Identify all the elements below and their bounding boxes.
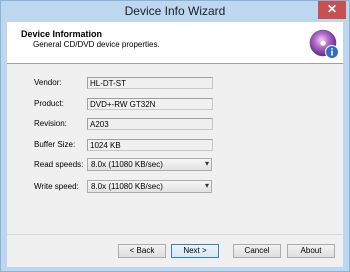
write-speed-label: Write speed: xyxy=(34,182,79,191)
header-subtitle: General CD/DVD device properties. xyxy=(33,40,160,49)
footer-divider xyxy=(7,234,343,235)
vendor-field: HL-DT-ST xyxy=(87,77,213,89)
revision-label: Revision: xyxy=(34,119,67,128)
buffer-size-field: 1024 KB xyxy=(87,139,213,151)
write-speed-value: 8.0x (11080 KB/sec) xyxy=(91,182,163,191)
title-bar[interactable]: Device Info Wizard ✕ xyxy=(1,1,349,22)
next-button[interactable]: Next > xyxy=(171,244,219,258)
product-label: Product: xyxy=(34,99,64,108)
back-button[interactable]: < Back xyxy=(118,244,166,258)
wizard-window: Device Info Wizard ✕ Device Information … xyxy=(0,0,350,272)
wizard-header: Device Information General CD/DVD device… xyxy=(7,22,343,64)
revision-field: A203 xyxy=(87,118,213,130)
chevron-down-icon: ▾ xyxy=(204,159,209,168)
wizard-client-area: Device Information General CD/DVD device… xyxy=(7,22,343,267)
read-speeds-value: 8.0x (11080 KB/sec) xyxy=(91,160,163,169)
chevron-down-icon: ▾ xyxy=(204,181,209,190)
write-speed-select[interactable]: 8.0x (11080 KB/sec) ▾ xyxy=(87,180,212,193)
read-speeds-select[interactable]: 8.0x (11080 KB/sec) ▾ xyxy=(87,158,212,171)
close-button[interactable]: ✕ xyxy=(318,1,346,19)
header-title: Device Information xyxy=(21,29,103,39)
vendor-label: Vendor: xyxy=(34,78,62,87)
buffer-size-label: Buffer Size: xyxy=(34,140,76,149)
window-title: Device Info Wizard xyxy=(124,4,226,18)
about-button[interactable]: About xyxy=(287,244,335,258)
cancel-button[interactable]: Cancel xyxy=(233,244,281,258)
disc-info-icon xyxy=(309,29,339,59)
read-speeds-label: Read speeds: xyxy=(34,160,84,169)
product-field: DVD+-RW GT32N xyxy=(87,98,213,110)
